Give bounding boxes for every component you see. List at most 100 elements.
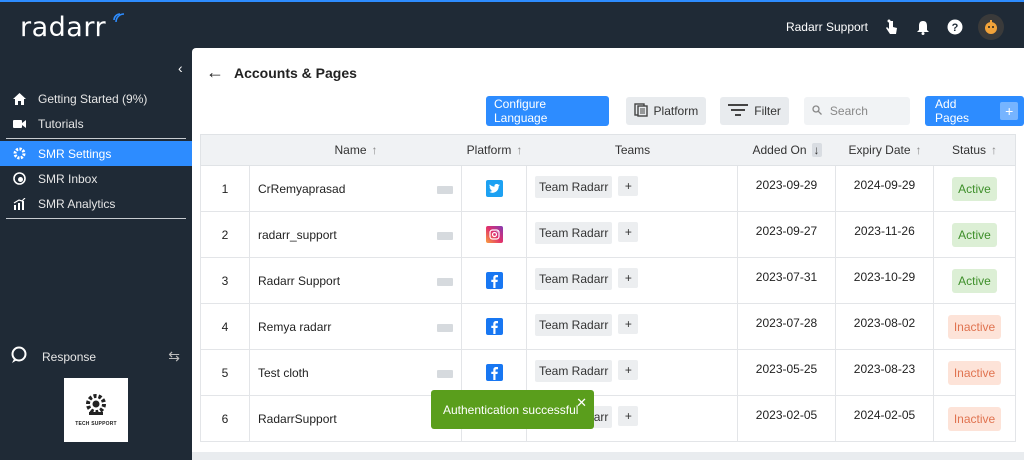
added-on-cell: 2023-07-31 bbox=[738, 258, 836, 303]
team-tag[interactable]: Team Radarr bbox=[535, 314, 613, 336]
inbox-icon bbox=[12, 172, 26, 186]
table-row[interactable]: 6 RadarrSupport Team Radarr + 2023-02-05… bbox=[200, 396, 1016, 442]
id-card-icon[interactable] bbox=[437, 324, 453, 332]
sidebar-nav: Getting Started (9%) Tutorials SMR Setti… bbox=[0, 86, 192, 221]
id-card-icon[interactable] bbox=[437, 370, 453, 378]
add-team-button[interactable]: + bbox=[618, 268, 639, 288]
response-switcher[interactable]: Response ⇆ bbox=[10, 346, 180, 367]
add-team-button[interactable]: + bbox=[618, 406, 639, 426]
header-expiry-date[interactable]: Expiry Date ↑ bbox=[836, 135, 934, 165]
search-input[interactable]: Search bbox=[803, 97, 911, 125]
header-teams-label: Teams bbox=[614, 143, 651, 157]
account-name: Radarr Support bbox=[258, 273, 341, 288]
filter-button[interactable]: Filter bbox=[720, 97, 789, 125]
header-platform[interactable]: Platform ↑ bbox=[462, 135, 527, 165]
added-on-cell: 2023-02-05 bbox=[738, 396, 836, 441]
account-name: RadarrSupport bbox=[258, 411, 337, 426]
table-row[interactable]: 2 radarr_support Team Radarr + 2023-09-2… bbox=[200, 212, 1016, 258]
sort-down-icon[interactable]: ↓ bbox=[811, 143, 822, 157]
id-card-icon[interactable] bbox=[437, 186, 453, 194]
avatar[interactable] bbox=[978, 14, 1004, 40]
team-tag[interactable]: Team Radarr bbox=[535, 222, 613, 244]
top-bar: radarr Radarr Support ? bbox=[0, 0, 1024, 48]
status-badge[interactable]: Active bbox=[952, 268, 997, 293]
team-tag[interactable]: Team Radarr bbox=[535, 176, 613, 198]
account-name-cell: Test cloth bbox=[250, 350, 462, 395]
account-name: Remya radarr bbox=[258, 319, 332, 334]
sidebar-item-smr-analytics[interactable]: SMR Analytics bbox=[0, 191, 192, 216]
sidebar-item-label: SMR Analytics bbox=[38, 196, 116, 211]
help-icon[interactable]: ? bbox=[946, 18, 964, 36]
table-row[interactable]: 5 Test cloth Team Radarr + 2023-05-25 20… bbox=[200, 350, 1016, 396]
platform-button[interactable]: Platform bbox=[625, 97, 707, 125]
status-badge[interactable]: Active bbox=[952, 222, 997, 247]
sort-up-icon[interactable]: ↑ bbox=[916, 143, 922, 157]
teams-cell: Team Radarr + bbox=[527, 304, 738, 349]
account-name: CrRemyaprasad bbox=[258, 181, 346, 196]
back-arrow-icon[interactable]: ← bbox=[206, 62, 224, 83]
header-status[interactable]: Status ↑ bbox=[934, 135, 1015, 165]
added-on-cell: 2023-09-27 bbox=[738, 212, 836, 257]
radarr-logo[interactable]: radarr bbox=[20, 12, 106, 43]
tap-hand-icon[interactable] bbox=[882, 18, 900, 36]
header-added-on[interactable]: Added On ↓ bbox=[738, 135, 836, 165]
account-name: radarr_support bbox=[258, 227, 337, 242]
row-number: 5 bbox=[201, 350, 250, 395]
add-team-button[interactable]: + bbox=[618, 314, 639, 334]
close-icon[interactable]: ✕ bbox=[576, 395, 587, 411]
status-badge[interactable]: Inactive bbox=[947, 360, 1002, 385]
sort-up-icon[interactable]: ↑ bbox=[516, 143, 522, 157]
tech-support-label: TECH SUPPORT bbox=[75, 421, 117, 427]
status-badge[interactable]: Inactive bbox=[947, 314, 1002, 339]
add-team-button[interactable]: + bbox=[618, 176, 639, 196]
team-tag[interactable]: Team Radarr bbox=[535, 360, 613, 382]
header-number bbox=[201, 135, 250, 165]
row-number: 3 bbox=[201, 258, 250, 303]
bottom-scrollbar[interactable] bbox=[192, 452, 1024, 460]
sidebar-item-label: Getting Started (9%) bbox=[38, 91, 148, 106]
id-card-icon[interactable] bbox=[437, 232, 453, 240]
response-label: Response bbox=[42, 349, 97, 364]
expiry-date-cell: 2024-02-05 bbox=[836, 396, 934, 441]
swap-icon[interactable]: ⇆ bbox=[168, 348, 180, 365]
search-icon bbox=[812, 104, 822, 118]
row-number: 4 bbox=[201, 304, 250, 349]
collapse-sidebar-icon[interactable]: ‹ bbox=[178, 60, 183, 76]
sidebar-item-smr-inbox[interactable]: SMR Inbox bbox=[0, 166, 192, 191]
id-card-icon[interactable] bbox=[437, 278, 453, 286]
platform-cell bbox=[462, 166, 527, 211]
table-row[interactable]: 3 Radarr Support Team Radarr + 2023-07-3… bbox=[200, 258, 1016, 304]
teams-cell: Team Radarr + bbox=[527, 350, 738, 395]
table-row[interactable]: 4 Remya radarr Team Radarr + 2023-07-28 … bbox=[200, 304, 1016, 350]
expiry-date-cell: 2023-08-02 bbox=[836, 304, 934, 349]
add-pages-label: Add Pages bbox=[935, 97, 970, 125]
status-badge[interactable]: Active bbox=[952, 176, 997, 201]
platform-icon bbox=[633, 102, 648, 120]
add-team-button[interactable]: + bbox=[618, 360, 639, 380]
twitter-icon bbox=[485, 180, 503, 197]
configure-language-button[interactable]: Configure Language bbox=[486, 96, 609, 126]
search-placeholder: Search bbox=[829, 104, 868, 118]
main-content: ← Accounts & Pages Configure Language Pl… bbox=[192, 48, 1024, 452]
sidebar-item-getting-started[interactable]: Getting Started (9%) bbox=[0, 86, 192, 111]
table-row[interactable]: 1 CrRemyaprasad Team Radarr + 2023-09-29… bbox=[200, 166, 1016, 212]
header-teams: Teams bbox=[527, 135, 738, 165]
expiry-date-cell: 2023-08-23 bbox=[836, 350, 934, 395]
account-name-cell: radarr_support bbox=[250, 212, 462, 257]
user-name[interactable]: Radarr Support bbox=[786, 20, 868, 34]
status-badge[interactable]: Inactive bbox=[947, 406, 1002, 431]
add-team-button[interactable]: + bbox=[618, 222, 639, 242]
sort-up-icon[interactable]: ↑ bbox=[372, 143, 378, 157]
bell-icon[interactable] bbox=[914, 18, 932, 36]
header-name[interactable]: Name ↑ bbox=[250, 135, 462, 165]
header-name-label: Name bbox=[334, 143, 367, 157]
top-right-controls: Radarr Support ? bbox=[786, 14, 1004, 40]
svg-text:?: ? bbox=[952, 22, 959, 34]
tech-support-widget[interactable]: TECH SUPPORT bbox=[64, 378, 128, 442]
sidebar-item-tutorials[interactable]: Tutorials bbox=[0, 111, 192, 136]
team-tag[interactable]: Team Radarr bbox=[535, 268, 613, 290]
sidebar-item-smr-settings[interactable]: SMR Settings bbox=[0, 141, 192, 166]
sort-up-icon[interactable]: ↑ bbox=[991, 143, 997, 157]
status-cell: Active bbox=[934, 166, 1015, 211]
add-pages-button[interactable]: Add Pages + bbox=[925, 96, 1024, 126]
